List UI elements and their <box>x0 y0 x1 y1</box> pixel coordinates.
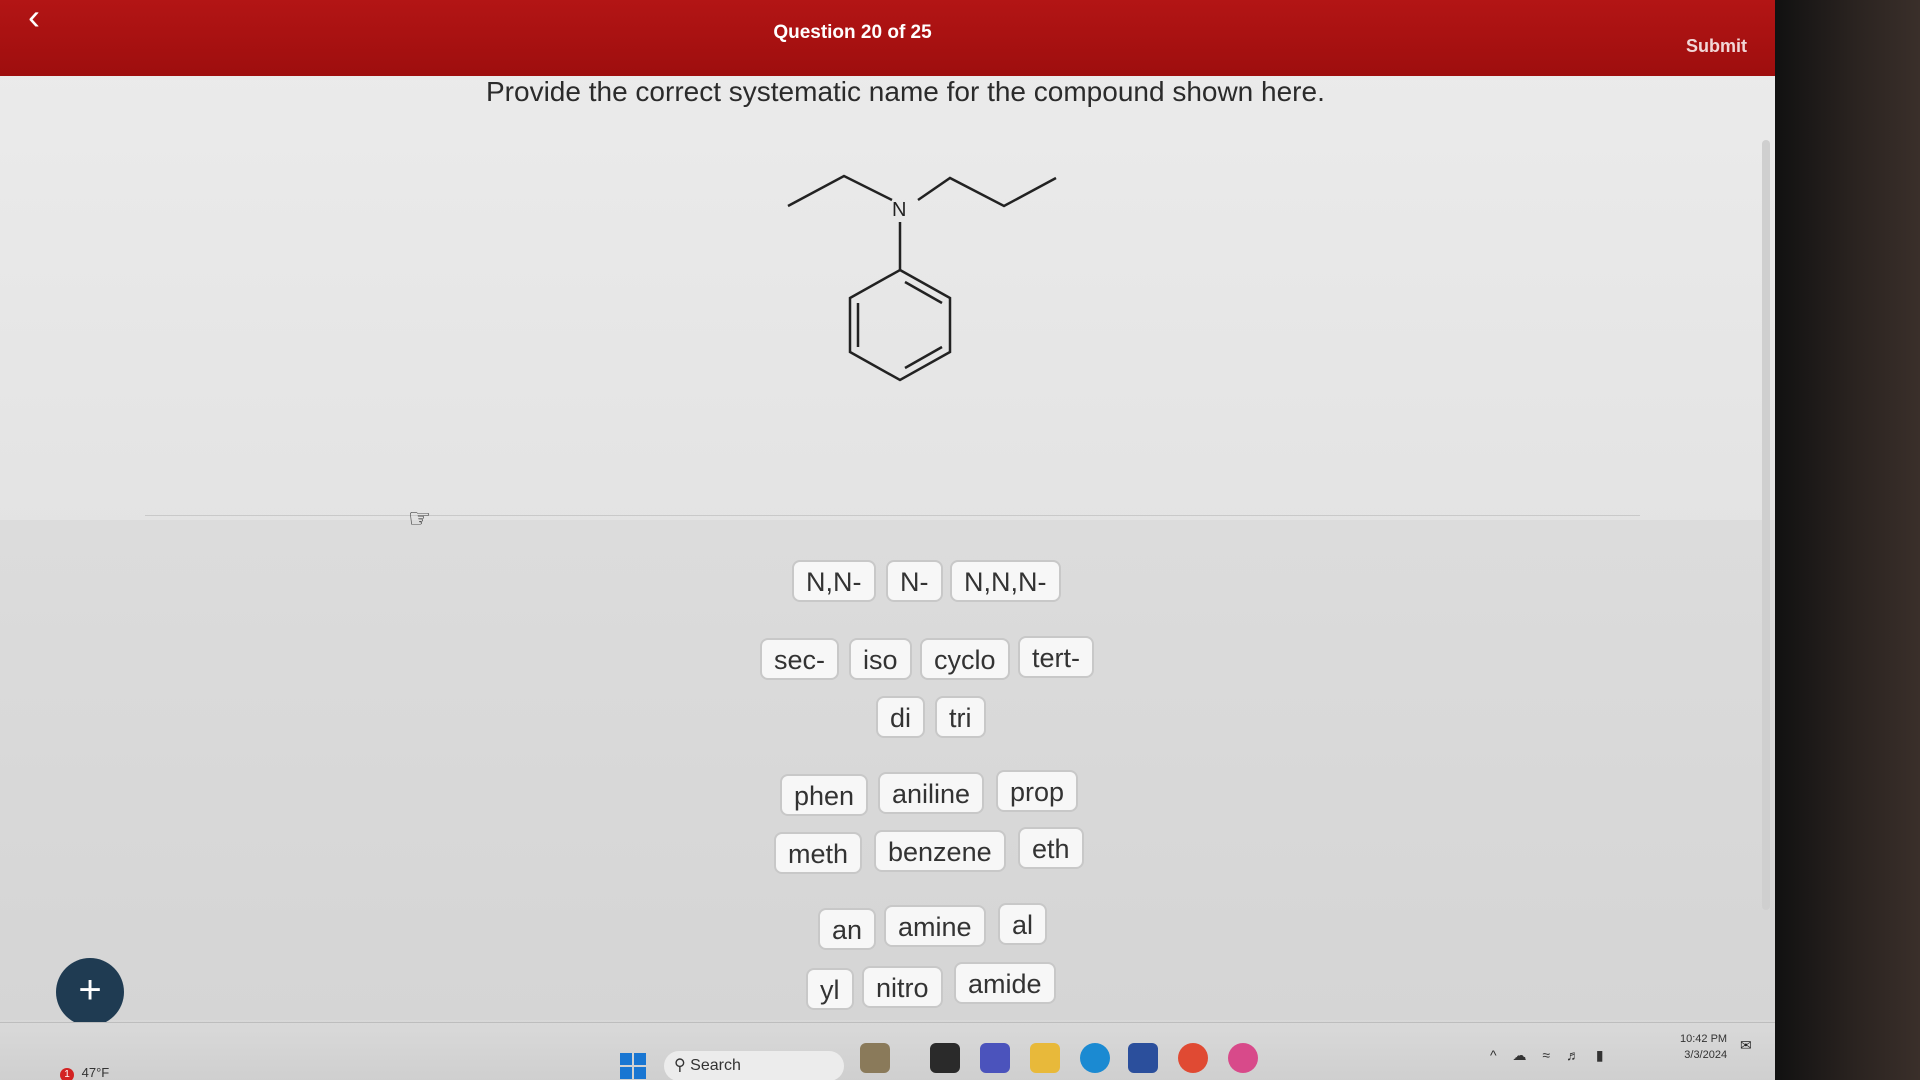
chip-aniline[interactable]: aniline <box>878 772 985 814</box>
search-icon: ⚲ <box>674 1057 686 1074</box>
question-counter: Question 20 of 25 <box>773 22 932 43</box>
copilot-icon[interactable] <box>1228 1043 1258 1073</box>
file-explorer-icon[interactable] <box>1030 1043 1060 1073</box>
chevron-up-icon[interactable]: ^ <box>1490 1047 1503 1063</box>
chip-prop[interactable]: prop <box>996 770 1079 812</box>
chip-nnn[interactable]: N,N,N- <box>950 560 1061 602</box>
question-prompt: Provide the correct systematic name for … <box>486 76 1325 107</box>
benzene-ring <box>848 268 952 382</box>
chip-cyclo[interactable]: cyclo <box>920 638 1010 680</box>
chip-amide[interactable]: amide <box>954 962 1056 1004</box>
chrome-icon[interactable] <box>1178 1043 1208 1073</box>
chip-tri[interactable]: tri <box>935 696 986 738</box>
teams-chat-icon[interactable] <box>980 1043 1010 1073</box>
notification-bell-icon[interactable]: ✉ <box>1740 1037 1752 1054</box>
store-icon[interactable] <box>1128 1043 1158 1073</box>
taskbar-search[interactable]: ⚲ Search <box>664 1051 844 1080</box>
chip-meth[interactable]: meth <box>774 832 863 874</box>
chip-al[interactable]: al <box>998 903 1048 945</box>
search-label: Search <box>690 1057 741 1074</box>
browser-viewport: ‹ Question 20 of 25 Submit Provide the c… <box>0 0 1775 1080</box>
windows-taskbar: 1 47°F ⚲ Search ^ ☁ ≈ ♬ ▮ 10:42 PM 3/3/2… <box>0 1022 1775 1080</box>
widgets-icon[interactable] <box>860 1043 890 1073</box>
clock-date: 3/3/2024 <box>1684 1049 1728 1061</box>
chip-nitro[interactable]: nitro <box>862 966 943 1008</box>
page-scrollbar[interactable] <box>1762 140 1770 910</box>
volume-icon[interactable]: ♬ <box>1566 1047 1586 1063</box>
cloud-icon[interactable]: ☁ <box>1512 1047 1532 1063</box>
chip-phen[interactable]: phen <box>780 774 869 816</box>
chip-iso[interactable]: iso <box>849 638 912 680</box>
system-tray[interactable]: ^ ☁ ≈ ♬ ▮ <box>1490 1047 1610 1064</box>
nitrogen-atom-label: N <box>892 199 906 221</box>
chip-an[interactable]: an <box>818 908 877 950</box>
weather-widget[interactable]: 1 47°F <box>60 1065 109 1080</box>
chip-sec[interactable]: sec- <box>760 638 840 680</box>
plus-icon: + <box>78 968 102 1012</box>
add-button[interactable]: + <box>56 958 124 1026</box>
propyl-chain <box>917 176 1057 208</box>
ethyl-chain <box>787 174 893 208</box>
chip-yl[interactable]: yl <box>806 968 854 1010</box>
edge-browser-icon[interactable] <box>1080 1043 1110 1073</box>
chip-di[interactable]: di <box>876 696 926 738</box>
weather-alert-badge: 1 <box>60 1068 74 1080</box>
clock-time: 10:42 PM <box>1680 1033 1728 1045</box>
chip-tert[interactable]: tert- <box>1018 636 1095 678</box>
wifi-icon[interactable]: ≈ <box>1542 1047 1556 1063</box>
molecule-structure: N <box>787 174 1057 382</box>
chip-eth[interactable]: eth <box>1018 827 1084 869</box>
quiz-header: ‹ Question 20 of 25 Submit <box>0 0 1775 76</box>
hand-cursor-icon: ☞ <box>408 503 432 533</box>
task-view-icon[interactable] <box>930 1043 960 1073</box>
windows-start-icon[interactable] <box>620 1053 646 1079</box>
weather-temp: 47°F <box>81 1065 110 1080</box>
submit-button[interactable]: Submit <box>1686 36 1747 57</box>
chip-amine[interactable]: amine <box>884 905 986 947</box>
chip-n[interactable]: N- <box>886 560 943 602</box>
section-divider <box>145 515 1640 516</box>
molecule-bonds <box>787 174 1057 382</box>
chip-nn[interactable]: N,N- <box>792 560 876 602</box>
taskbar-clock[interactable]: 10:42 PM 3/3/2024 <box>1680 1031 1727 1063</box>
chip-benzene[interactable]: benzene <box>874 830 1006 872</box>
monitor-bezel <box>1775 0 1920 1080</box>
battery-icon[interactable]: ▮ <box>1596 1047 1610 1063</box>
